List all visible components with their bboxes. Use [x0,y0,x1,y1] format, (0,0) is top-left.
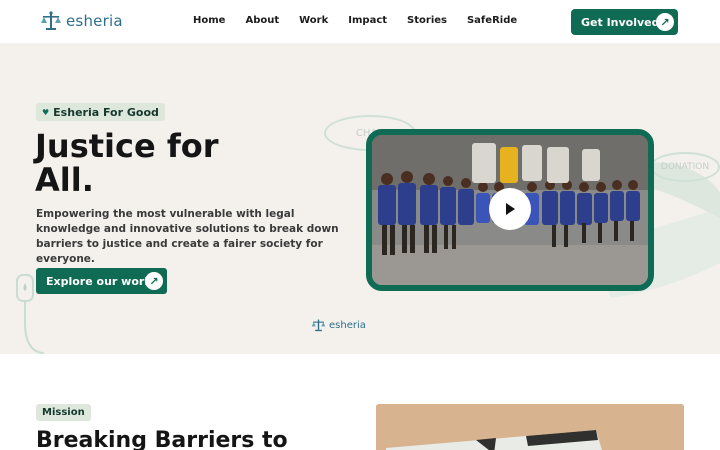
hero-title: Justice for All. [35,127,219,199]
get-involved-label: Get Involved [581,15,660,29]
mission-title: Breaking Barriers to [36,428,288,450]
nav-stories[interactable]: Stories [407,15,447,26]
nav-impact[interactable]: Impact [348,15,387,26]
page: esheria Home About Work Impact Stories S… [0,0,720,450]
nav-home[interactable]: Home [193,15,225,26]
office-sign-image [376,404,684,450]
play-icon [506,203,515,215]
get-involved-button[interactable]: Get Involved ↗ [571,9,678,35]
explore-label: Explore our work [46,274,152,288]
nav-work[interactable]: Work [299,15,328,26]
hero-badge-text: Esheria For Good [53,105,159,119]
scales-logo-icon [311,319,326,332]
small-logo-text: esheria [329,319,366,331]
heart-icon: ♥ [42,107,50,117]
office-sign-drawing [376,404,684,450]
logo[interactable]: esheria [40,11,123,31]
donation-tag-text: DONATION [660,162,710,172]
donation-tag-decoration: DONATION [650,152,720,182]
hero-video[interactable] [366,129,654,291]
arrow-up-right-icon: ↗ [145,272,163,290]
mission-badge: Mission [36,404,91,421]
main-nav: Home About Work Impact Stories SafeRide [193,15,537,26]
scales-logo-icon [41,11,61,30]
arrow-up-right-icon: ↗ [656,13,674,31]
explore-our-work-button[interactable]: Explore our work ↗ [36,268,167,294]
small-logo: esheria [311,318,366,332]
hero-badge: ♥ Esheria For Good [36,103,165,121]
hero-section: CHAR DONATION ♥ Esheria For Good Justice… [0,43,720,354]
logo-text: esheria [66,12,123,30]
vial-decoration-icon [16,274,45,354]
hero-description: Empowering the most vulnerable with lega… [36,208,339,265]
site-header: esheria Home About Work Impact Stories S… [0,0,720,43]
nav-saferide[interactable]: SafeRide [467,15,517,26]
play-button[interactable] [489,188,531,230]
nav-about[interactable]: About [245,15,279,26]
